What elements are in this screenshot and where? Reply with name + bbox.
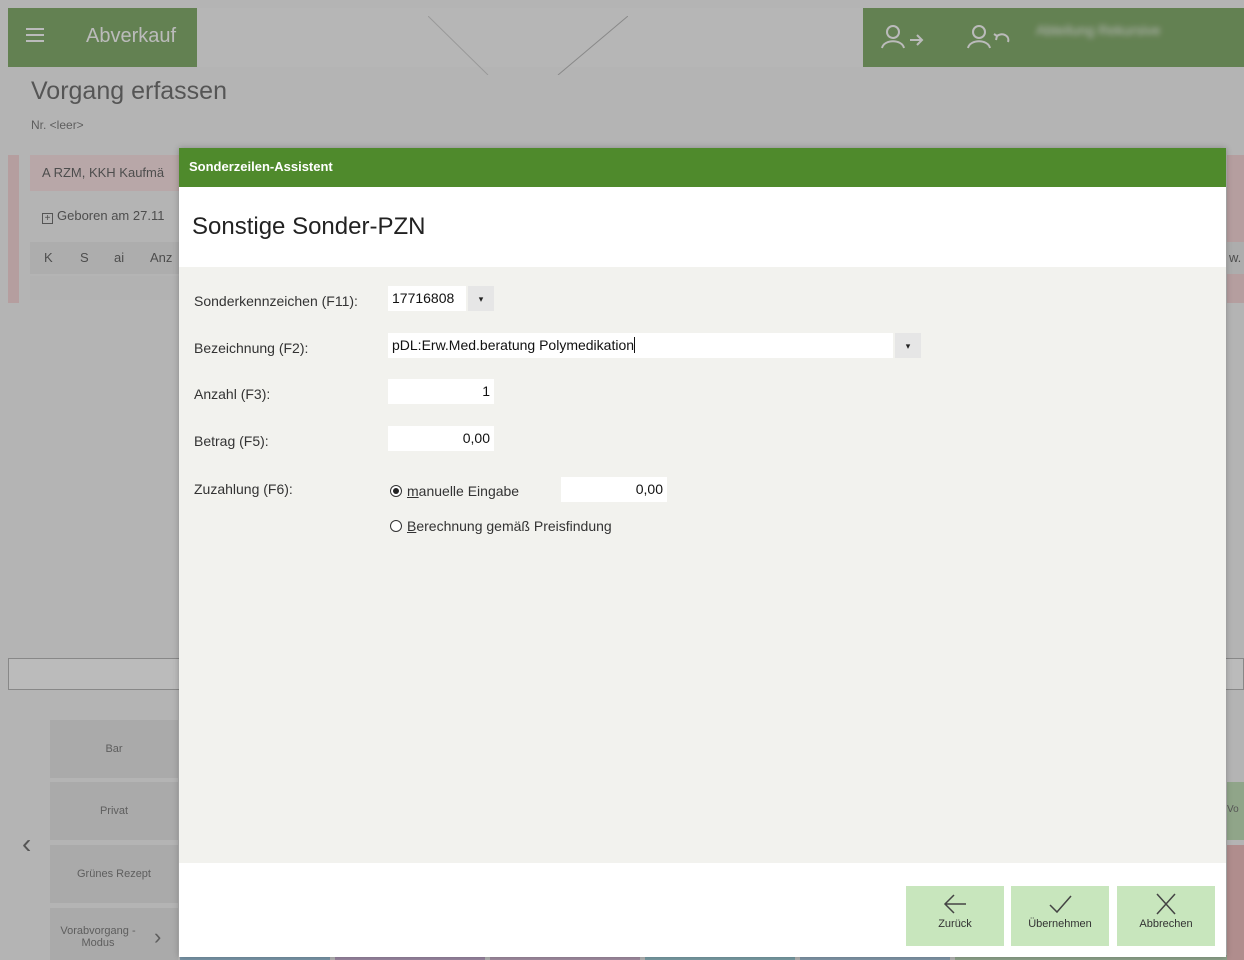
close-icon (1156, 893, 1176, 915)
apply-label: Übernehmen (1028, 918, 1092, 930)
arrow-left-icon (943, 894, 966, 914)
dialog-heading: Sonstige Sonder-PZN (192, 213, 426, 240)
apply-button[interactable]: Übernehmen (1011, 886, 1109, 946)
radio-unselected-icon[interactable] (390, 520, 402, 532)
special-code-label: Sonderkennzeichen (F11): (194, 293, 358, 309)
text-cursor (634, 337, 636, 353)
cancel-button[interactable]: Abbrechen (1117, 886, 1215, 946)
back-label: Zurück (938, 918, 972, 930)
cancel-label: Abbrechen (1139, 918, 1193, 930)
copayment-calc-label: Berechnung gemäß Preisfindung (407, 518, 612, 534)
checkmark-icon (1049, 895, 1072, 914)
amount-label: Betrag (F5): (194, 433, 269, 449)
copayment-calc-option[interactable]: Berechnung gemäß Preisfindung (390, 518, 612, 534)
quantity-label: Anzahl (F3): (194, 386, 271, 402)
dialog-header: Sonstige Sonder-PZN (179, 187, 1226, 267)
copayment-manual-label: manuelle Eingabe (407, 483, 520, 499)
amount-field[interactable]: 0,00 (388, 426, 494, 451)
copayment-manual-field[interactable]: 0,00 (561, 477, 667, 502)
copayment-manual-option[interactable]: manuelle Eingabe (390, 483, 519, 499)
copayment-label: Zuzahlung (F6): (194, 481, 293, 497)
back-button[interactable]: Zurück (906, 886, 1004, 946)
special-code-field[interactable]: 17716808 (388, 286, 466, 311)
dialog-footer: Zurück Übernehmen Abbrechen (179, 863, 1226, 957)
description-field[interactable]: pDL:Erw.Med.beratung Polymedikation (388, 333, 893, 358)
special-code-dropdown-icon[interactable]: ▾ (468, 286, 494, 311)
radio-selected-icon[interactable] (390, 485, 402, 497)
description-value: pDL:Erw.Med.beratung Polymedikation (392, 337, 635, 353)
description-dropdown-icon[interactable]: ▾ (895, 333, 921, 358)
description-label: Bezeichnung (F2): (194, 340, 309, 356)
dialog-title: Sonderzeilen-Assistent (179, 148, 1226, 187)
special-line-assistant-dialog: Sonderzeilen-Assistent Sonstige Sonder-P… (179, 148, 1226, 957)
quantity-field[interactable]: 1 (388, 379, 494, 404)
dialog-form: Sonderkennzeichen (F11): 17716808 ▾ Beze… (179, 267, 1226, 863)
